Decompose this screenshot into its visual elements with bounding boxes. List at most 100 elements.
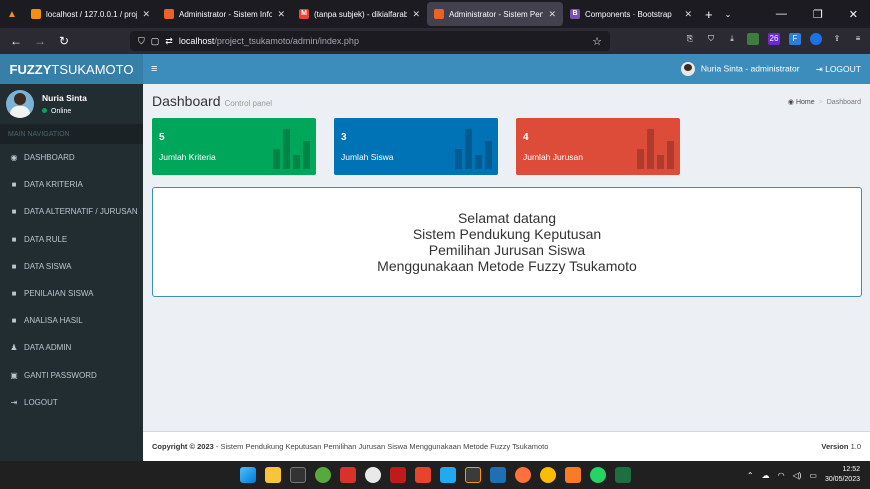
system-tray: ⌃ ☁ ◠ ◁) ▭ 12:52 30/05/2023 [747,465,860,485]
folder-icon: ■ [11,261,17,271]
user-avatar-small [680,62,695,76]
bar-chart-icon [273,129,310,169]
app-icon[interactable] [490,467,506,483]
maximize-icon[interactable]: ❐ [813,8,823,21]
stat-value: 4 [523,132,529,143]
app-icon[interactable] [415,467,431,483]
address-bar[interactable]: ⛉ ▢ ⇄ localhost/project_tsukamoto/admin/… [130,31,610,51]
status-text: Online [51,108,72,115]
extension-badge-icon[interactable]: 26 [768,33,780,45]
sidebar-item-logout[interactable]: ⇥ LOGOUT [0,389,143,416]
reload-icon[interactable]: ↻ [52,34,76,48]
tab-title: localhost / 127.0.0.1 / project_ts [46,9,137,19]
sidebar-item-label: LOGOUT [24,397,58,407]
reader-icon[interactable]: ⎘ [684,33,696,45]
app-icon[interactable] [340,467,356,483]
gmail-icon: M [299,9,309,19]
xampp-icon[interactable] [565,467,581,483]
sidebar-item-data-alternatif[interactable]: ■ DATA ALTERNATIF / JURUSAN [0,198,143,225]
online-dot-icon [42,108,47,113]
chevron-up-icon[interactable]: ⌃ [747,471,754,480]
welcome-line: Sistem Pendukung Keputusan [412,226,602,242]
sidebar-item-data-siswa[interactable]: ■ DATA SISWA [0,253,143,280]
extension-icon[interactable] [747,33,759,45]
user-label: Nuria Sinta - administrator [700,63,800,74]
site-info-icon[interactable]: ⇄ [165,36,173,47]
wifi-icon[interactable]: ◠ [778,471,785,480]
stat-box-kriteria: 5 Jumlah Kriteria [152,118,316,175]
extension-icon[interactable]: F [789,33,801,45]
forward-icon[interactable]: → [28,34,52,48]
nav-header: MAIN NAVIGATION [0,124,143,144]
sidebar-toggle-icon[interactable]: ≡ [151,63,157,75]
sidebar-item-analisa-hasil[interactable]: ■ ANALISA HASIL [0,307,143,334]
user-menu[interactable]: Nuria Sinta - administrator [680,62,800,76]
excel-icon[interactable] [615,467,631,483]
sidebar-item-data-admin[interactable]: ♟ DATA ADMIN [0,334,143,361]
browser-tab[interactable]: M (tanpa subjek) - dikialfarabi.ha ✕ [292,2,427,26]
app-header: FUZZY TSUKAMOTO ≡ Nuria Sinta - administr… [0,54,870,84]
close-tab-icon[interactable]: ✕ [277,9,285,20]
terminal-icon[interactable] [290,467,306,483]
shield-icon[interactable]: ⛉ [138,36,145,47]
vscode-icon[interactable] [440,467,456,483]
welcome-line: Selamat datang [457,210,557,226]
weather-icon[interactable]: ☁ [762,471,770,480]
app-icon[interactable] [315,467,331,483]
browser-tab[interactable]: B Components · Bootstrap ✕ [563,2,699,26]
close-tab-icon[interactable]: ✕ [142,9,150,20]
minimize-icon[interactable]: — [776,8,787,21]
breadcrumb-home[interactable]: ◉ Home [788,99,815,106]
page-icon[interactable]: ▢ [151,36,160,47]
filezilla-icon[interactable] [390,467,406,483]
download-icon[interactable]: ⤓ [726,33,738,45]
sidebar-item-label: GANTI PASSWORD [24,370,97,380]
header-logout-button[interactable]: ⇥ LOGOUT [816,64,861,75]
sign-out-icon: ⇥ [10,397,18,407]
whatsapp-icon[interactable] [365,467,381,483]
tab-title: Administrator - Sistem Penduku [449,9,544,19]
list-tabs-icon[interactable]: ⌄ [725,10,732,19]
firefox-view-icon[interactable]: ▲ [0,9,24,20]
back-icon[interactable]: ← [4,34,28,48]
volume-icon[interactable]: ◁) [793,471,802,480]
admin-icon [434,9,444,19]
new-tab-icon[interactable]: + [705,7,713,22]
pocket-icon[interactable]: ⛉ [705,33,717,45]
menu-icon[interactable]: ≡ [852,33,864,45]
windows-start-icon[interactable] [240,467,256,483]
share-icon[interactable]: ⇪ [831,33,843,45]
sidebar-item-dashboard[interactable]: ◉ DASHBOARD [0,144,143,171]
welcome-line: Pemilihan Jurusan Siswa [428,242,586,258]
dashboard-icon: ◉ [787,99,795,106]
tab-title: Components · Bootstrap [585,9,672,19]
browser-tab[interactable]: Administrator - Sistem Informasi ✕ [157,2,292,26]
clock[interactable]: 12:52 30/05/2023 [825,465,860,485]
avatar [6,90,34,118]
close-tab-icon[interactable]: ✕ [412,9,420,20]
firefox-icon[interactable] [515,467,531,483]
close-tab-icon[interactable]: ✕ [684,9,692,20]
close-tab-icon[interactable]: ✕ [548,9,556,20]
sidebar-user-name: Nuria Sinta [42,93,87,103]
sidebar-item-data-rule[interactable]: ■ DATA RULE [0,226,143,253]
status-badge: Online [42,108,87,115]
window-close-icon[interactable]: ✕ [849,8,858,21]
logo[interactable]: FUZZY TSUKAMOTO [0,54,143,84]
chrome-icon[interactable] [540,467,556,483]
whatsapp-icon[interactable] [590,467,606,483]
browser-tab-active[interactable]: Administrator - Sistem Penduku ✕ [427,2,563,26]
sidebar-item-penilaian-siswa[interactable]: ■ PENILAIAN SISWA [0,280,143,307]
clock-time: 12:52 [842,466,860,473]
battery-icon[interactable]: ▭ [809,471,817,480]
sidebar-item-ganti-password[interactable]: ▣ GANTI PASSWORD [0,362,143,389]
sidebar-item-label: DATA KRITERIA [24,180,83,190]
version-label: Version [821,442,849,451]
browser-tab[interactable]: localhost / 127.0.0.1 / project_ts ✕ [24,2,157,26]
file-explorer-icon[interactable] [265,467,281,483]
extension-icon[interactable] [810,33,822,45]
sublime-icon[interactable] [465,467,481,483]
breadcrumb-home-label: Home [795,99,815,106]
sidebar-item-data-kriteria[interactable]: ■ DATA KRITERIA [0,171,143,198]
bookmark-star-icon[interactable]: ☆ [592,35,602,48]
